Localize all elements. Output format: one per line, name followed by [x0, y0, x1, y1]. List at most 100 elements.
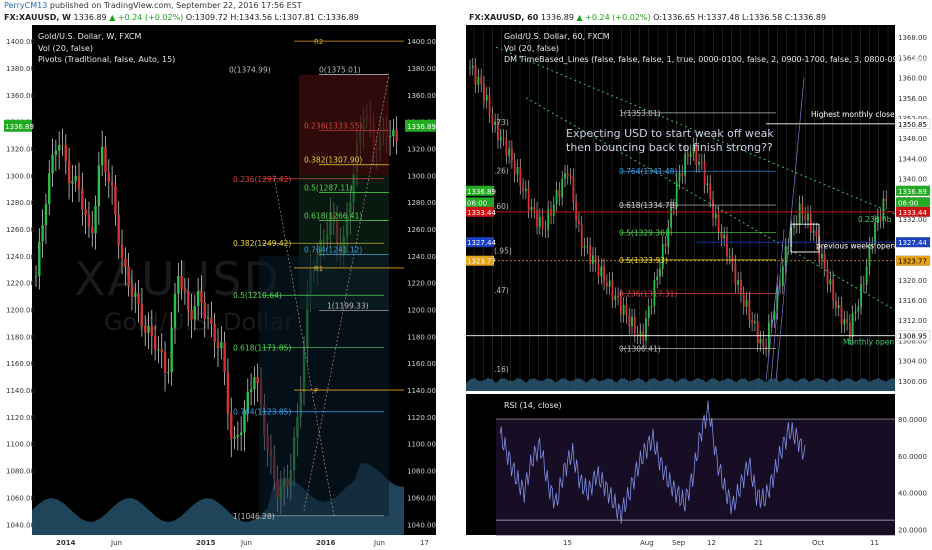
candle-body-right — [647, 306, 650, 319]
weekly-chart-panel[interactable]: 1400.00 1400.00 1380.00 1380.00 1360.00 1360.… — [4, 25, 436, 550]
right-plot-bg — [466, 25, 895, 391]
left-y-tick: 1160.00 — [6, 360, 35, 368]
candle-body-right — [848, 322, 851, 337]
fib-right-label: 0.5(1287.11) — [304, 184, 353, 193]
right-y-tick: 1300.00 — [407, 172, 436, 180]
axis-tag: 1336.89 — [898, 188, 927, 196]
candle-body-right — [642, 331, 645, 341]
left-y-tick: 1320.00 — [6, 145, 35, 153]
candle-body-right — [862, 283, 865, 285]
candle-body — [77, 175, 81, 189]
candle-body-right — [541, 216, 544, 229]
right-y-tick: 1200.00 — [407, 307, 436, 315]
candle-body-right — [734, 263, 737, 285]
candle-body-right — [804, 215, 807, 221]
fib-partial-label: .60) — [494, 202, 509, 211]
candle-body-right — [714, 213, 717, 219]
candle-body-right — [664, 244, 667, 247]
candle-body-right — [538, 216, 541, 227]
candle-body — [117, 214, 120, 246]
candle-body-right — [502, 137, 505, 139]
axis-tag: 1323.77 — [898, 258, 927, 266]
candle-body-right — [650, 306, 653, 308]
rsi-y-tick: 40.0000 — [898, 490, 927, 498]
candle-body-right — [798, 203, 801, 226]
axis-tag: 06:00 — [898, 199, 918, 207]
left-price-tag: 1336.89 — [407, 123, 436, 131]
candle-body-right — [569, 176, 572, 178]
x-tick: 2015 — [196, 539, 216, 547]
candle-body — [180, 276, 183, 289]
fib-left-label: 1(1046.28) — [233, 512, 275, 521]
right-x-tick: 11 — [870, 539, 879, 547]
candle-body-right — [684, 153, 686, 176]
right-y-tick: 1360.00 — [898, 75, 927, 83]
candle-body-right — [717, 213, 720, 233]
left-y-tick: 1060.00 — [6, 494, 35, 502]
candle-body-right — [552, 204, 555, 216]
candle-body-right — [659, 268, 661, 277]
right-time-axis: 15 Aug Sep 12 21 Oct 11 — [466, 535, 932, 550]
candle-body-right — [809, 213, 812, 233]
hourly-chart-panel[interactable]: 1368.001364.001360.001356.001352.001348.… — [466, 25, 932, 550]
candle-body-right — [530, 206, 533, 211]
candle-body — [61, 144, 64, 146]
candle-body-right — [857, 306, 860, 312]
candle-body — [51, 154, 54, 174]
candle-body — [44, 204, 48, 226]
candle-body-right — [600, 266, 603, 277]
candle-body — [210, 317, 213, 324]
candle-body — [220, 342, 223, 349]
candle-body-right — [821, 253, 823, 259]
left-y-tick: 1120.00 — [6, 414, 35, 422]
annotation-main-1: Expecting USD to start weak off weak — [566, 127, 774, 140]
fib-label-right: 0.5(1323.93) — [619, 256, 668, 265]
candle-body — [140, 303, 144, 326]
candle-body-right — [865, 266, 868, 285]
candle-body-right — [851, 313, 854, 337]
right-y-tick: 1356.00 — [898, 95, 927, 103]
right-indicator-label: DM TimeBased_Lines (false, false, false,… — [504, 55, 927, 64]
candle-body-right — [597, 263, 600, 277]
fib-label-right: 0.236(1317.31) — [619, 289, 677, 298]
candle-body-right — [586, 245, 589, 247]
left-y-tick: 1080.00 — [6, 468, 35, 476]
candle-body-right — [835, 300, 837, 309]
candle-body-right — [759, 338, 762, 344]
candle-body-right — [572, 176, 575, 203]
publish-info: published on TradingView.com, September … — [49, 1, 302, 10]
candle-body-right — [555, 190, 558, 205]
right-y-tick: 1320.00 — [898, 277, 927, 285]
right-y-tick: 1380.00 — [407, 65, 436, 73]
candle-body — [223, 342, 226, 372]
fib-right-label: 0.764(1241.12) — [304, 245, 362, 254]
candle-body-right — [812, 230, 815, 233]
candle-body-right — [611, 280, 614, 300]
candle-body — [203, 302, 206, 319]
candle-body-right — [686, 153, 689, 158]
candle-body — [200, 291, 203, 303]
x-tick: Jun — [240, 539, 252, 547]
candle-body — [97, 165, 101, 207]
fib-right-label: 0.618(1266.41) — [304, 211, 362, 220]
candle-body-right — [748, 299, 751, 320]
left-y-tick: 1260.00 — [6, 226, 35, 234]
right-chart-title: Gold/U.S. Dollar, 60, FXCM — [504, 32, 610, 41]
right-y-tick: 1240.00 — [407, 253, 436, 261]
candle-body-right — [619, 297, 622, 315]
pivot-label: R2 — [314, 38, 323, 46]
right-x-tick: Aug — [640, 539, 654, 547]
candle-body — [173, 293, 177, 328]
right-y-tick: 1320.00 — [407, 145, 436, 153]
candle-body-right — [608, 280, 611, 287]
left-ohlc: O:1309.72 H:1343.56 L:1307.81 C:1336.89 — [185, 13, 359, 22]
candle-body-right — [622, 305, 625, 315]
rsi-y-tick: 20.0000 — [898, 526, 927, 534]
candle-body — [130, 285, 134, 297]
candle-body-right — [837, 305, 840, 309]
candle-body-right — [564, 173, 566, 179]
author-link[interactable]: PerryCM13 — [4, 1, 47, 10]
rsi-y-tick: 60.0000 — [898, 453, 927, 461]
candle-body-right — [720, 232, 723, 239]
candle-body — [104, 146, 107, 173]
